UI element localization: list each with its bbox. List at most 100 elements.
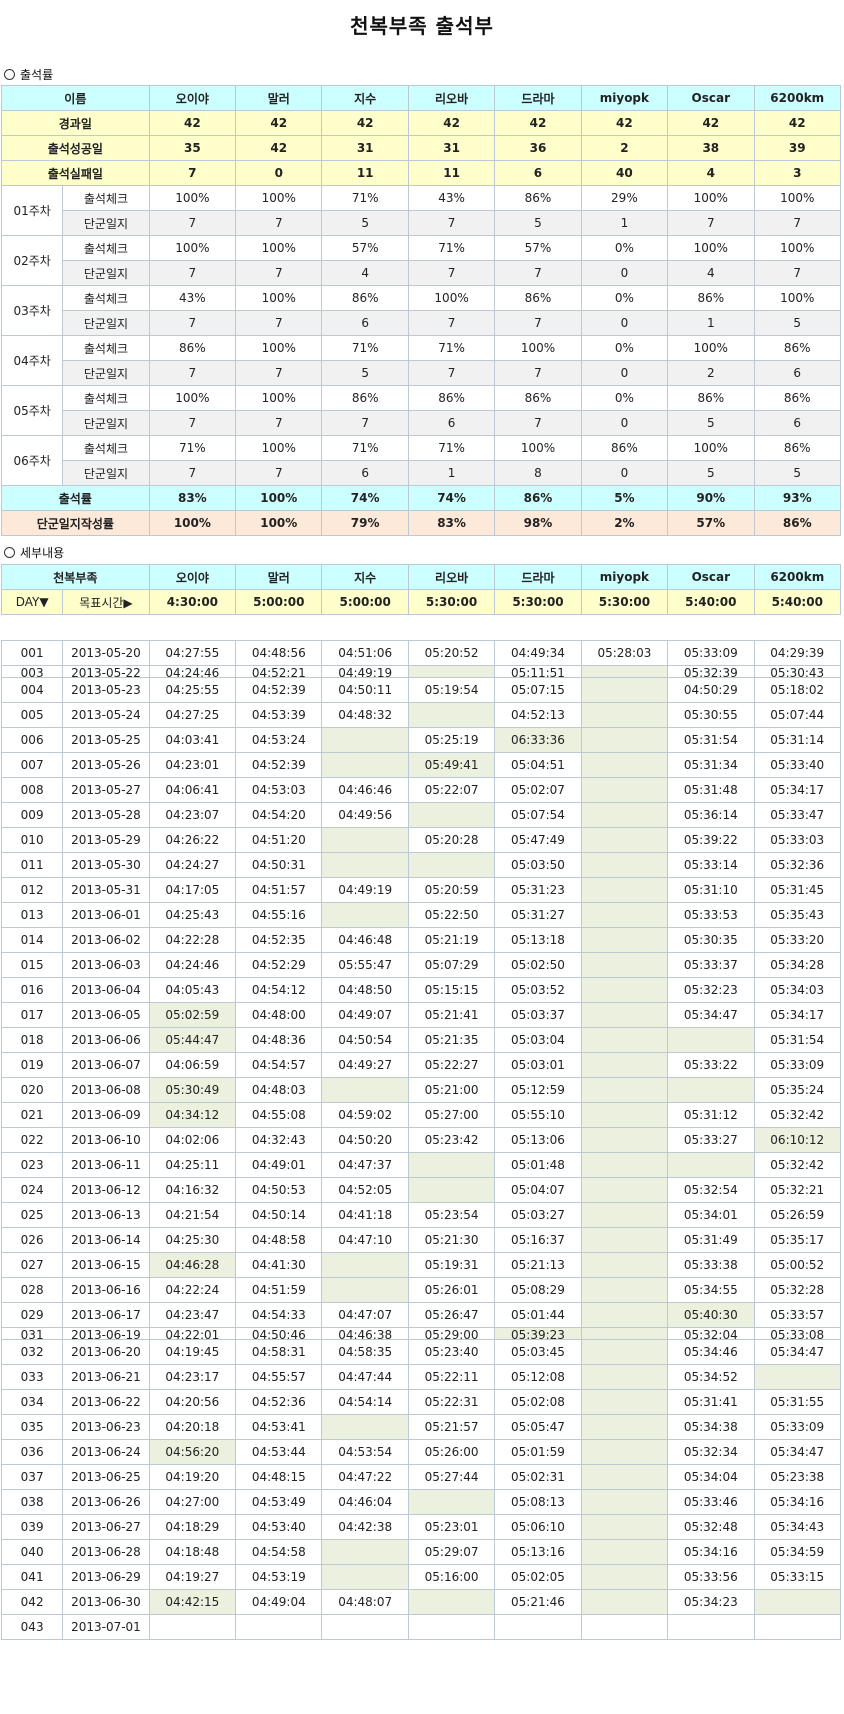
wake-time-cell: 04:20:56 [148,1389,237,1415]
log-rate-row: 단군일지작성률 100% 100% 79% 83% 98% 2% 57% 86% [1,510,841,536]
week-check-row: 05주차 출석체크 100% 100% 86% 86% 86% 0% 86% 86% [0,385,841,436]
wake-time-cell: 05:23:38 [753,1464,841,1490]
day-date: 2013-06-15 [62,1252,150,1278]
day-row: 014 2013-06-02 04:22:28 04:52:35 04:46:48 05:… [0,927,841,953]
detail-header-table: 천복부족 오이야 말러 지수 리오바 드라마 miyopk Oscar 6200km DAY▼ 목표… [0,564,842,615]
day-sort-header[interactable]: DAY▼ [0,589,64,615]
wake-time-cell: 04:46:28 [148,1252,237,1278]
wake-time-cell: 04:54:12 [235,977,323,1003]
day-number: 042 [0,1589,64,1615]
member-column-header: 6200km [753,564,842,590]
wake-time-cell: 04:58:31 [235,1339,323,1365]
wake-time-cell [753,1364,841,1390]
wake-time-cell: 04:21:54 [148,1202,237,1228]
wake-time-cell: 05:33:20 [753,927,841,953]
check-rate-cell: 71% [321,435,409,461]
wake-time-cell: 05:33:37 [667,952,755,978]
day-row: 013 2013-06-01 04:25:43 04:55:16 05:22:50 05:… [0,902,841,928]
detail-rows-viewport[interactable]: 001 2013-05-20 04:27:55 04:48:56 04:51:06 05:… [0,640,844,1714]
day-row: 033 2013-06-21 04:23:17 04:55:57 04:47:44 05:… [0,1364,841,1390]
wake-time-cell: 05:32:04 [667,1327,755,1340]
fail-days-cell: 0 [235,160,323,186]
day-number: 029 [0,1302,64,1328]
log-count-cell: 5 [494,210,582,236]
log-count-cell: 0 [580,310,669,336]
success-days-cell: 38 [667,135,755,161]
wake-time-cell: 05:33:40 [753,752,841,778]
log-rate-cell: 2% [580,510,669,536]
wake-time-cell [580,1364,669,1390]
wake-time-cell: 05:30:43 [753,665,841,678]
wake-time-cell [580,827,669,853]
wake-time-cell: 04:53:41 [235,1414,323,1440]
wake-time-cell: 04:24:27 [148,852,237,878]
wake-time-cell: 05:55:10 [494,1102,582,1128]
wake-time-cell: 05:33:09 [753,1052,841,1078]
wake-time-cell: 05:26:01 [407,1277,496,1303]
wake-time-cell: 04:50:31 [235,852,323,878]
day-row: 023 2013-06-11 04:25:11 04:49:01 04:47:37 05:… [0,1152,841,1178]
day-number: 017 [0,1002,64,1028]
day-date: 2013-05-25 [62,727,150,753]
wake-time-cell: 05:47:49 [494,827,582,853]
wake-time-cell: 04:51:06 [321,640,409,666]
wake-time-cell: 05:34:16 [753,1489,841,1515]
wake-time-cell: 04:49:56 [321,802,409,828]
wake-time-cell: 05:23:54 [407,1202,496,1228]
check-rate-cell: 100% [753,235,841,261]
wake-time-cell [580,1302,669,1328]
wake-time-cell: 05:35:24 [753,1077,841,1103]
log-count-cell: 7 [235,410,323,436]
wake-time-cell [148,1614,237,1640]
wake-time-cell [494,1614,582,1640]
wake-time-cell: 04:22:24 [148,1277,237,1303]
wake-time-cell: 04:03:41 [148,727,237,753]
target-time-cell: 5:40:00 [667,589,755,615]
target-time-cell: 5:30:00 [494,589,582,615]
day-number: 011 [0,852,64,878]
wake-time-cell: 05:23:40 [407,1339,496,1365]
check-rate-cell: 86% [148,335,237,361]
check-rate-cell: 0% [580,335,669,361]
log-count-cell: 6 [753,360,841,386]
wake-time-cell: 05:32:28 [753,1277,841,1303]
wake-time-cell: 04:47:10 [321,1227,409,1253]
wake-time-cell: 04:52:21 [235,665,323,678]
day-date: 2013-06-25 [62,1464,150,1490]
wake-time-cell: 04:27:25 [148,702,237,728]
circle-bullet-icon [4,547,15,558]
wake-time-cell: 04:48:15 [235,1464,323,1490]
wake-time-cell: 05:34:43 [753,1514,841,1540]
day-row: 025 2013-06-13 04:21:54 04:50:14 04:41:18 05:… [0,1202,841,1228]
day-row: 026 2013-06-14 04:25:30 04:48:58 04:47:10 05:… [0,1227,841,1253]
fail-days-row: 출석실패일 7 0 11 11 6 40 4 3 [1,160,841,186]
week-label: 06주차 [0,435,64,486]
wake-time-cell: 04:24:46 [148,952,237,978]
day-date: 2013-06-12 [62,1177,150,1203]
wake-time-cell [580,952,669,978]
log-count-cell: 7 [321,410,409,436]
wake-time-cell: 05:32:39 [667,665,755,678]
day-number: 008 [0,777,64,803]
success-days-cell: 35 [148,135,237,161]
check-rate-cell: 100% [235,235,323,261]
attendance-rate-cell: 100% [235,485,323,511]
log-rate-row-label: 단군일지작성률 [1,510,150,536]
wake-time-cell: 04:54:14 [321,1389,409,1415]
log-count-cell: 2 [667,360,755,386]
log-label: 단군일지 [62,410,150,436]
day-row: 043 2013-07-01 [0,1614,841,1640]
wake-time-cell: 05:34:46 [667,1339,755,1365]
wake-time-cell: 04:19:27 [148,1564,237,1590]
wake-time-cell: 05:26:00 [407,1439,496,1465]
wake-time-cell: 05:33:15 [753,1564,841,1590]
wake-time-cell: 05:34:28 [753,952,841,978]
day-number: 007 [0,752,64,778]
elapsed-days-cell: 42 [148,110,237,136]
day-number: 037 [0,1464,64,1490]
name-column-header: 이름 [1,85,150,111]
check-rate-cell: 100% [753,285,841,311]
week-log-row: 단군일지 7 7 5 7 7 0 2 6 [2,360,841,386]
wake-time-cell: 04:55:57 [235,1364,323,1390]
day-date: 2013-06-24 [62,1439,150,1465]
